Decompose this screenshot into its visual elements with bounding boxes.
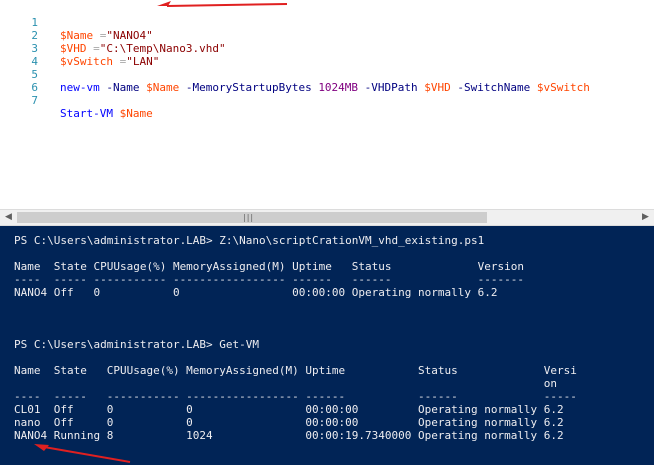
console-line: Name State CPUUsage(%) MemoryAssigned(M)… — [14, 260, 524, 273]
code-token: "NANO4" — [106, 29, 153, 42]
red-arrow-icon — [34, 444, 131, 463]
console-line: ---- ----- ----------- -----------------… — [14, 390, 577, 403]
code-token: new-vm — [60, 81, 100, 94]
red-arrow-icon — [157, 1, 288, 7]
code-token: = — [93, 29, 107, 42]
console-line: on — [14, 377, 558, 390]
editor-line[interactable]: 4 — [0, 42, 38, 68]
editor-line[interactable]: 1 $Name ="NANO4" — [0, 3, 152, 42]
code-text: Start-VM $Name — [60, 107, 153, 120]
console-line: NANO4 Off 0 0 00:00:00 Operating normall… — [14, 286, 498, 299]
code-token: "LAN" — [126, 55, 160, 68]
code-token: = — [86, 42, 100, 55]
code-text: $Name ="NANO4" — [60, 29, 153, 42]
editor-line[interactable]: 2 $VHD ="C:\Temp\Nano3.vhd" — [0, 16, 225, 55]
console-line: PS C:\Users\administrator.LAB> Get-VM — [14, 338, 260, 351]
code-token: $Name — [60, 29, 94, 42]
scroll-right-icon[interactable]: ▶ — [637, 210, 654, 225]
code-text: $vSwitch ="LAN" — [60, 55, 159, 68]
scroll-left-icon[interactable]: ◀ — [0, 210, 17, 225]
code-token: $VHD — [60, 42, 87, 55]
editor-line[interactable]: 3 $vSwitch ="LAN" — [0, 29, 159, 68]
editor-line[interactable]: 5 new-vm -Name $Name -MemoryStartupBytes… — [0, 55, 590, 94]
scrollbar-thumb[interactable]: ||| — [17, 212, 487, 223]
code-token: 1024MB — [318, 81, 359, 94]
code-text: $VHD ="C:\Temp\Nano3.vhd" — [60, 42, 226, 55]
console-line: PS C:\Users\administrator.LAB> Z:\Nano\s… — [14, 234, 485, 247]
code-token: $VHD — [424, 81, 451, 94]
console-line: CL01 Off 0 0 00:00:00 Operating normally… — [14, 403, 564, 416]
editor-line[interactable]: 6 — [0, 68, 38, 94]
console-line: Name State CPUUsage(%) MemoryAssigned(M)… — [14, 364, 577, 377]
code-token: -SwitchName — [450, 81, 537, 94]
code-token: = — [112, 55, 127, 68]
code-token: $vSwitch — [60, 55, 113, 68]
code-token: $Name — [119, 107, 153, 120]
console-line: nano Off 0 0 00:00:00 Operating normally… — [14, 416, 564, 429]
code-token: -Name — [99, 81, 147, 94]
editor-line[interactable]: 7 Start-VM $Name — [0, 81, 152, 120]
code-token: -VHDPath — [358, 81, 425, 94]
code-token: -MemoryStartupBytes — [179, 81, 319, 94]
script-editor-pane[interactable]: 1 $Name ="NANO4" 2 $VHD ="C:\Temp\Nano3.… — [0, 0, 654, 209]
console-pane[interactable]: PS C:\Users\administrator.LAB> Z:\Nano\s… — [0, 226, 654, 465]
code-text: new-vm -Name $Name -MemoryStartupBytes 1… — [60, 81, 590, 94]
horizontal-scrollbar[interactable]: ◀ ||| ▶ — [0, 209, 654, 226]
code-token: $vSwitch — [536, 81, 590, 94]
code-token: Start-VM — [60, 107, 113, 120]
console-line: ---- ----- ----------- -----------------… — [14, 273, 524, 286]
code-token: "C:\Temp\Nano3.vhd" — [99, 42, 226, 55]
code-token: $Name — [146, 81, 180, 94]
grip-icon: ||| — [243, 213, 255, 222]
line-number: 7 — [31, 94, 38, 107]
